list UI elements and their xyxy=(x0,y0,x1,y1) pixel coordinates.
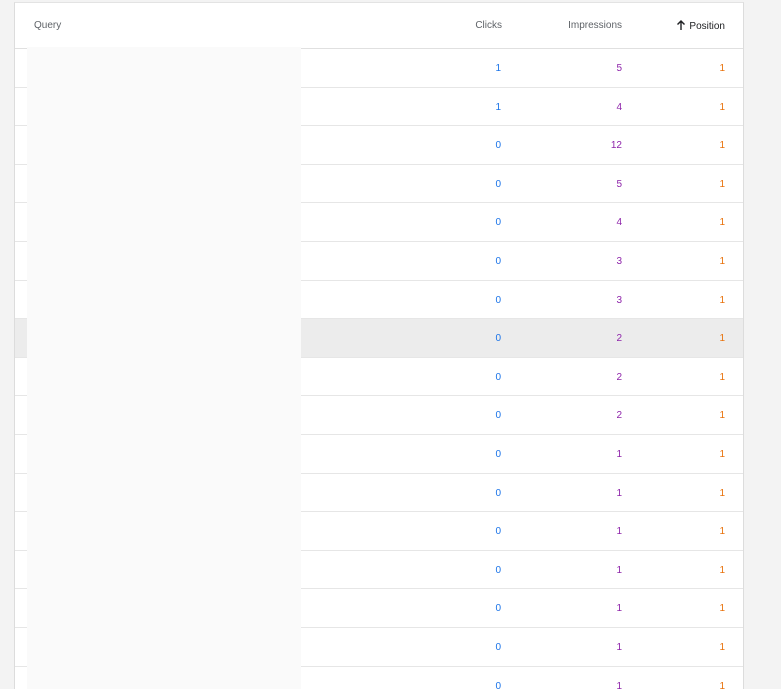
column-header-position[interactable]: Position xyxy=(677,20,725,32)
impressions-cell: 2 xyxy=(616,371,622,383)
impressions-cell: 1 xyxy=(616,603,622,615)
column-header-clicks[interactable]: Clicks xyxy=(475,20,502,31)
clicks-cell: 0 xyxy=(495,641,501,653)
clicks-cell: 0 xyxy=(495,140,501,152)
position-cell: 1 xyxy=(719,140,725,152)
impressions-cell: 5 xyxy=(616,63,622,74)
queries-table: Query Clicks Impressions Position 1 5 1 1 4 1… xyxy=(14,2,744,689)
position-cell: 1 xyxy=(719,410,725,422)
clicks-cell: 0 xyxy=(495,448,501,460)
position-cell: 1 xyxy=(719,333,725,345)
clicks-cell: 0 xyxy=(495,178,501,190)
clicks-cell: 0 xyxy=(495,410,501,422)
position-cell: 1 xyxy=(719,255,725,267)
impressions-cell: 1 xyxy=(616,641,622,653)
clicks-cell: 1 xyxy=(495,63,501,74)
column-header-position-label: Position xyxy=(689,21,725,32)
page: Query Clicks Impressions Position 1 5 1 1 4 1… xyxy=(0,0,781,689)
column-header-query[interactable]: Query xyxy=(34,20,61,31)
impressions-cell: 4 xyxy=(616,217,622,229)
impressions-cell: 3 xyxy=(616,294,622,306)
position-cell: 1 xyxy=(719,217,725,229)
clicks-cell: 0 xyxy=(495,487,501,499)
impressions-cell: 1 xyxy=(616,680,622,689)
impressions-cell: 5 xyxy=(616,178,622,190)
column-header-impressions[interactable]: Impressions xyxy=(568,20,622,31)
position-cell: 1 xyxy=(719,641,725,653)
position-cell: 1 xyxy=(719,448,725,460)
position-cell: 1 xyxy=(719,101,725,113)
redacted-query-column xyxy=(27,47,301,689)
table-header: Query Clicks Impressions Position xyxy=(15,3,743,49)
clicks-cell: 0 xyxy=(495,371,501,383)
position-cell: 1 xyxy=(719,178,725,190)
clicks-cell: 0 xyxy=(495,680,501,689)
clicks-cell: 0 xyxy=(495,333,501,345)
clicks-cell: 0 xyxy=(495,217,501,229)
clicks-cell: 1 xyxy=(495,101,501,113)
position-cell: 1 xyxy=(719,371,725,383)
impressions-cell: 1 xyxy=(616,487,622,499)
clicks-cell: 0 xyxy=(495,564,501,576)
arrow-up-icon xyxy=(677,20,686,30)
position-cell: 1 xyxy=(719,680,725,689)
clicks-cell: 0 xyxy=(495,603,501,615)
impressions-cell: 4 xyxy=(616,101,622,113)
position-cell: 1 xyxy=(719,564,725,576)
position-cell: 1 xyxy=(719,603,725,615)
position-cell: 1 xyxy=(719,63,725,74)
impressions-cell: 3 xyxy=(616,255,622,267)
impressions-cell: 2 xyxy=(616,410,622,422)
impressions-cell: 1 xyxy=(616,564,622,576)
position-cell: 1 xyxy=(719,487,725,499)
position-cell: 1 xyxy=(719,294,725,306)
position-cell: 1 xyxy=(719,526,725,538)
clicks-cell: 0 xyxy=(495,255,501,267)
impressions-cell: 12 xyxy=(610,140,622,152)
impressions-cell: 1 xyxy=(616,526,622,538)
impressions-cell: 2 xyxy=(616,333,622,345)
clicks-cell: 0 xyxy=(495,526,501,538)
clicks-cell: 0 xyxy=(495,294,501,306)
impressions-cell: 1 xyxy=(616,448,622,460)
